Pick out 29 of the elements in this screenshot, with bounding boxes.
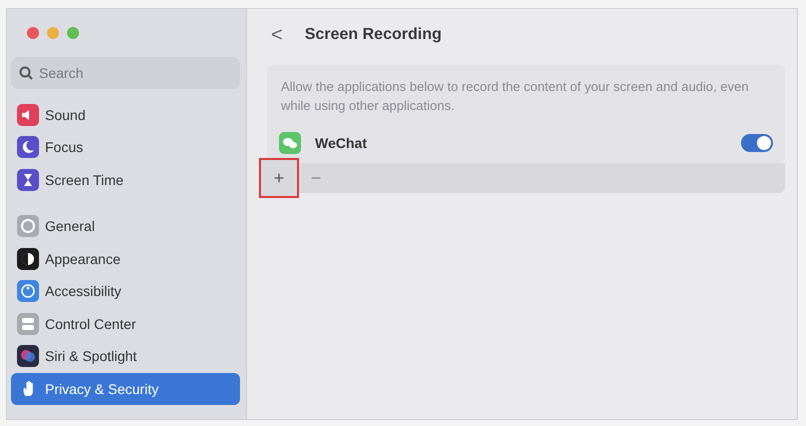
app-name: WeChat — [315, 135, 368, 151]
add-button[interactable]: + — [259, 158, 299, 198]
sidebar-item[interactable]: Siri & Spotlight — [11, 340, 240, 372]
close-button[interactable] — [27, 27, 39, 39]
back-button[interactable]: < — [267, 24, 287, 46]
sidebar-item[interactable]: Privacy & Security — [11, 372, 240, 405]
sidebar-item[interactable]: Appearance — [11, 242, 240, 275]
search-icon — [19, 66, 33, 80]
search-field[interactable]: Search — [11, 56, 240, 88]
contrast-icon — [17, 248, 39, 270]
sidebar-item[interactable]: Screen Time — [11, 164, 240, 196]
chat-app-icon — [279, 132, 301, 154]
orb-icon — [17, 345, 39, 368]
toggle-switch[interactable] — [741, 134, 773, 152]
sidebar-item[interactable]: General — [11, 210, 240, 242]
sidebar-item[interactable]: Sound — [11, 98, 240, 131]
sidebar-item[interactable]: Control Center — [11, 308, 240, 340]
sidebar-item[interactable]: Accessibility — [11, 275, 240, 308]
speaker-icon — [17, 104, 39, 126]
sidebar-item[interactable]: Focus — [11, 131, 240, 164]
hourglass-icon — [17, 168, 39, 191]
moon-icon — [17, 136, 39, 158]
description-text: Allow the applications below to record the content of your screen and audio, even while using other applications. — [280, 78, 750, 115]
hand-icon — [22, 381, 34, 396]
page-title: Screen Recording — [304, 26, 442, 44]
minimize-button[interactable] — [47, 27, 59, 39]
accessibility-icon — [17, 280, 39, 302]
zoom-button[interactable] — [67, 27, 79, 39]
switches-icon — [17, 312, 39, 335]
